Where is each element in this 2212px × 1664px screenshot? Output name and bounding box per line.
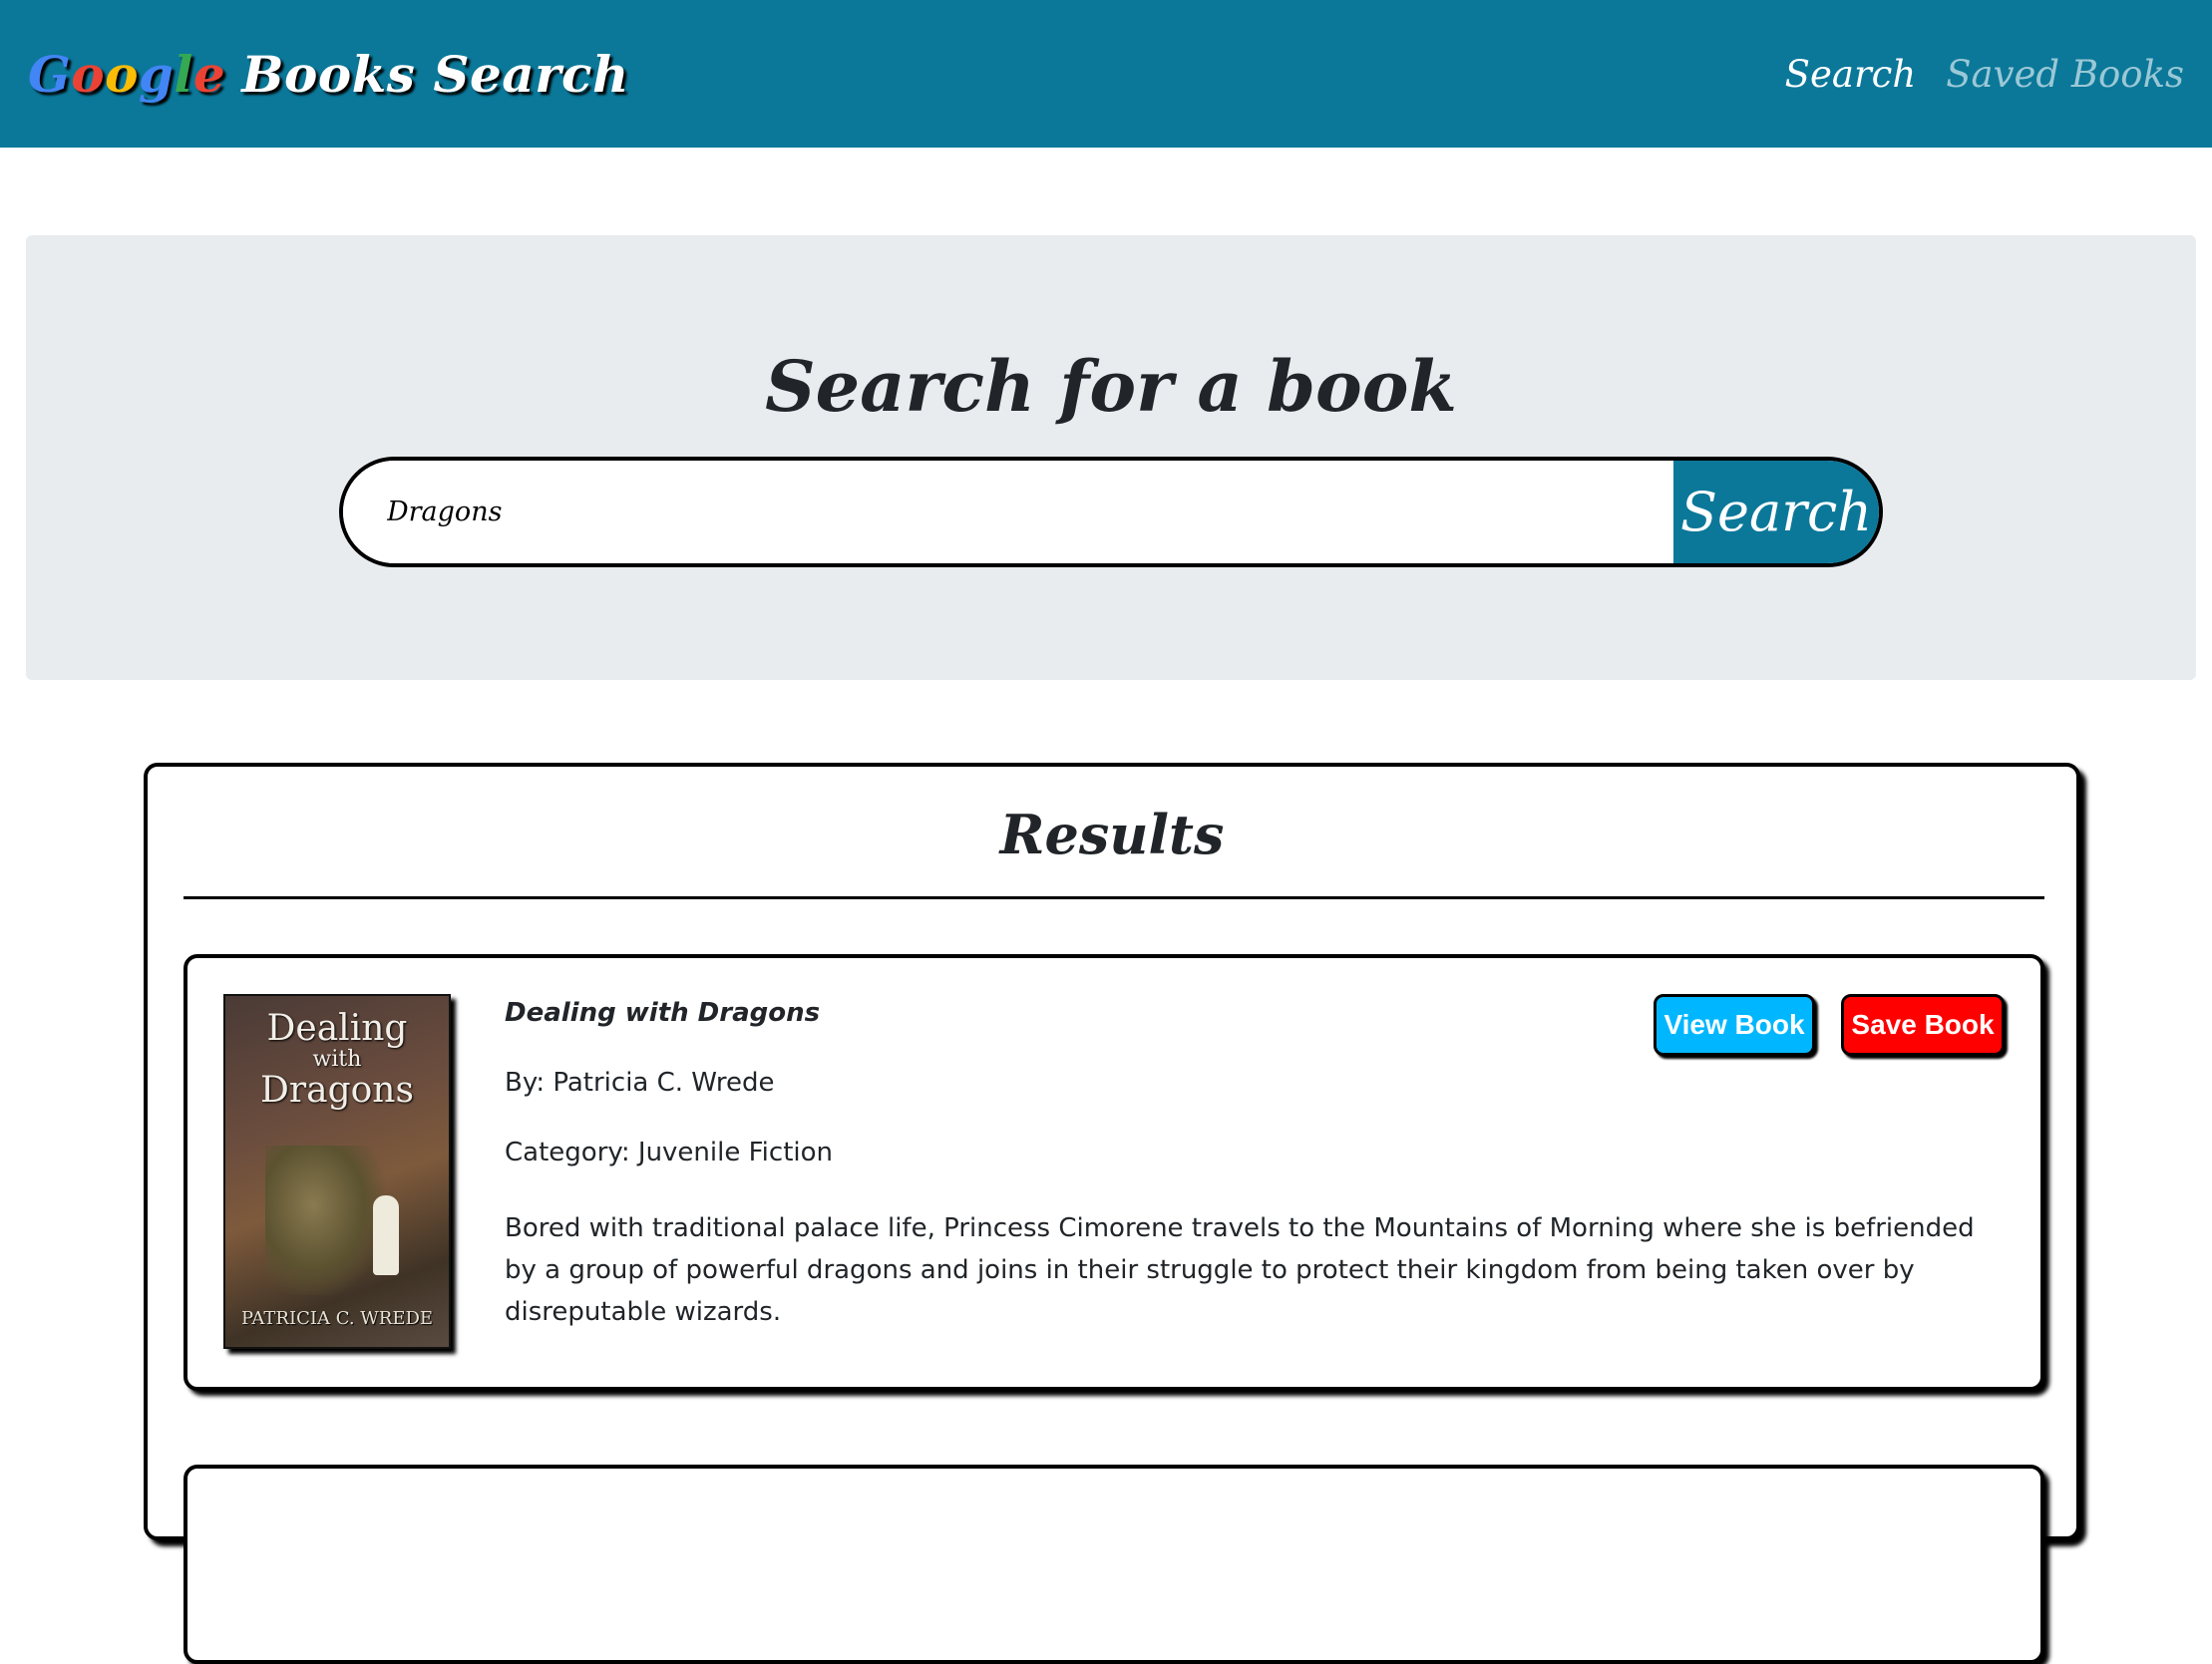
- results-panel: Results Dealing with Dragons PATRICIA C.…: [144, 763, 2080, 1664]
- brand-letter: l: [174, 44, 193, 104]
- cover-title-line: with: [312, 1047, 362, 1072]
- results-divider: [184, 896, 2044, 899]
- book-category: Category: Juvenile Fiction: [505, 1138, 833, 1167]
- book-card: Dealing with Dragons PATRICIA C. WREDE D…: [184, 954, 2044, 1391]
- save-book-button[interactable]: Save Book: [1841, 994, 2005, 1056]
- navbar: Google Books Search Search Saved Books: [0, 0, 2212, 148]
- brand-letter: G: [28, 44, 72, 104]
- search-button[interactable]: Search: [1673, 461, 1879, 563]
- cover-title: Dealing with Dragons: [225, 1010, 449, 1110]
- search-heading: Search for a book: [765, 345, 1457, 428]
- brand-logo[interactable]: Google Books Search: [28, 45, 629, 104]
- results-heading: Results: [999, 803, 1225, 866]
- cover-title-line: Dealing: [266, 1008, 408, 1049]
- brand-letter: o: [71, 44, 106, 104]
- cover-princess-art: [373, 1195, 399, 1275]
- brand-letter: o: [105, 44, 139, 104]
- cover-author: PATRICIA C. WREDE: [240, 1308, 434, 1329]
- search-jumbotron: Search for a book Search: [26, 235, 2196, 680]
- book-description: Bored with traditional palace life, Prin…: [505, 1213, 1975, 1327]
- brand-letter: e: [192, 44, 226, 104]
- view-book-button[interactable]: View Book: [1654, 994, 1815, 1056]
- book-author: By: Patricia C. Wrede: [505, 1068, 775, 1098]
- brand-rest: Books Search: [241, 44, 629, 104]
- cover-dragon-art: [265, 1146, 385, 1295]
- brand-google-word: Google: [28, 45, 225, 104]
- book-card: [184, 1465, 2044, 1664]
- book-cover-image: Dealing with Dragons PATRICIA C. WREDE: [223, 994, 451, 1349]
- nav-link-search[interactable]: Search: [1785, 53, 1917, 96]
- search-form: Search: [339, 457, 1883, 567]
- nav-links: Search Saved Books: [1785, 53, 2184, 96]
- search-input[interactable]: [343, 461, 1673, 563]
- cover-title-line: Dragons: [260, 1070, 414, 1111]
- brand-letter: g: [138, 44, 175, 104]
- nav-link-saved-books[interactable]: Saved Books: [1946, 53, 2184, 96]
- book-title: Dealing with Dragons: [505, 998, 821, 1028]
